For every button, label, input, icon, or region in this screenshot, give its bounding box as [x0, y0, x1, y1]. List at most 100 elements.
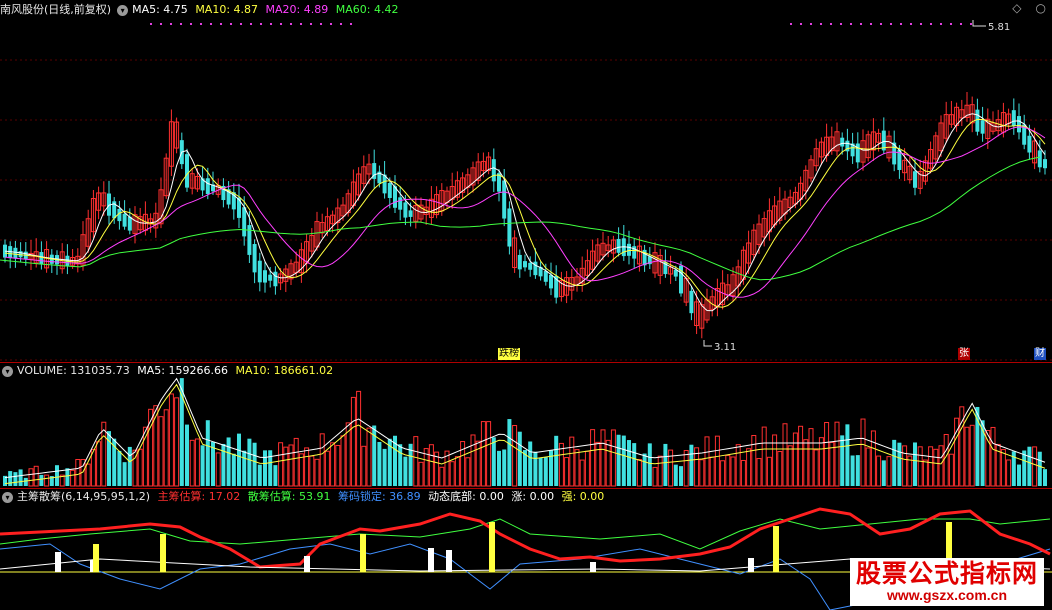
volume-bar [902, 445, 908, 487]
price-chart[interactable]: 5.81 3.11 [0, 0, 1052, 362]
candle-body [273, 271, 278, 287]
signal-dot [800, 23, 802, 25]
signal-dot [210, 23, 212, 25]
volume-bar [283, 446, 289, 487]
signal-bar [590, 562, 596, 572]
candle-body [689, 290, 694, 314]
candle-body [913, 171, 917, 188]
volume-bar [517, 431, 522, 486]
signal-bar [773, 526, 779, 572]
volume-bar [798, 425, 804, 487]
volume-bar [829, 441, 835, 487]
volume-bar [377, 441, 382, 486]
volume-bar [735, 444, 741, 487]
volume-bar [725, 454, 731, 487]
watermark-url: www.gszx.com.cn [886, 587, 1008, 603]
main-chart-title: 南风股份(日线,前复权) [0, 3, 112, 16]
volume-bar [834, 421, 840, 487]
volume-bar [610, 429, 616, 487]
volume-bar [792, 432, 798, 487]
volume-bar [324, 450, 330, 487]
dynamic-bottom-readout: 动态底部: 0.00 [428, 490, 504, 503]
volume-bar [8, 471, 13, 486]
volume-bar [892, 439, 897, 486]
volume-bar [350, 396, 356, 487]
signal-dot [150, 23, 152, 25]
candle-body [673, 269, 678, 277]
event-marker-1[interactable]: 跌榜 [498, 348, 520, 360]
volume-bar [366, 427, 372, 487]
volume-bar [808, 428, 814, 487]
volume-bar [242, 450, 247, 486]
candle-body [627, 243, 631, 256]
circle-icon[interactable]: ○ [1036, 1, 1046, 15]
volume-bar [293, 437, 299, 487]
high-price-label: 5.81 [988, 22, 1010, 33]
volume-bar [189, 439, 195, 487]
volume-bar [740, 459, 746, 487]
signal-dot [240, 23, 242, 25]
signal-dot [320, 23, 322, 25]
candle-body [543, 271, 548, 282]
event-marker-3[interactable]: 财 [1034, 348, 1046, 360]
volume-bar [137, 448, 143, 487]
volume-bar [356, 390, 362, 487]
volume-bar [714, 435, 720, 487]
diamond-icon[interactable]: ◇ [1012, 1, 1021, 15]
volume-bar [247, 438, 252, 486]
volume-bar [252, 442, 257, 486]
signal-dot [200, 23, 202, 25]
scatter-chip-readout: 散筹估算: 53.91 [247, 490, 331, 503]
volume-bar [574, 449, 580, 487]
volume-bar [840, 435, 845, 486]
indicator-name: 主筹散筹 [17, 490, 61, 503]
volume-bar [439, 466, 445, 487]
volume-chart[interactable] [0, 363, 1052, 488]
candle-body [517, 254, 522, 270]
candle-body [523, 261, 527, 268]
signal-dot [280, 23, 282, 25]
indicator-header: ▾ 主筹散筹(6,14,95,95,1,2) 主筹估算: 17.02 散筹估算: … [0, 489, 608, 505]
volume-bar [1043, 469, 1047, 486]
signal-dot [290, 23, 292, 25]
volume-bar [330, 442, 336, 487]
volume-bar [185, 424, 189, 486]
signal-dot [160, 23, 162, 25]
volume-bar [533, 451, 538, 486]
volume-header: ▾ VOLUME: 131035.73 MA5: 159266.66 MA10: … [0, 363, 337, 379]
high-pointer [972, 20, 986, 27]
volume-bar [480, 421, 486, 487]
signal-dot [180, 23, 182, 25]
volume-bar [679, 466, 683, 486]
volume-bar [870, 430, 876, 487]
candle-body [1027, 135, 1032, 153]
chevron-down-icon[interactable]: ▾ [2, 365, 13, 377]
chevron-down-icon[interactable]: ▾ [117, 4, 129, 16]
ma60-readout: MA60: 4.42 [335, 3, 399, 16]
event-marker-2[interactable]: 张 [958, 348, 970, 360]
volume-bar [632, 443, 637, 486]
volume-bar [403, 456, 408, 486]
volume-bar [652, 466, 658, 487]
volume-bar [1037, 451, 1042, 486]
signal-dot [910, 23, 912, 25]
signal-dot [270, 23, 272, 25]
volume-bar [673, 464, 678, 486]
signal-bar [93, 544, 99, 572]
volume-bar [75, 459, 81, 487]
volume-bar [761, 426, 767, 487]
volume-bar [642, 453, 647, 486]
volume-bar [782, 423, 788, 487]
volume-bar [886, 456, 892, 487]
volume-bar [595, 441, 601, 487]
candle-body [408, 210, 413, 217]
volume-bar [1032, 446, 1038, 487]
signal-dot [170, 23, 172, 25]
chevron-down-icon[interactable]: ▾ [2, 491, 13, 503]
candle-body [502, 180, 507, 219]
volume-bar [55, 465, 59, 486]
volume-bar [470, 434, 476, 487]
volume-bar [938, 445, 944, 487]
candle-body [122, 213, 127, 227]
candle-body [1043, 159, 1047, 169]
